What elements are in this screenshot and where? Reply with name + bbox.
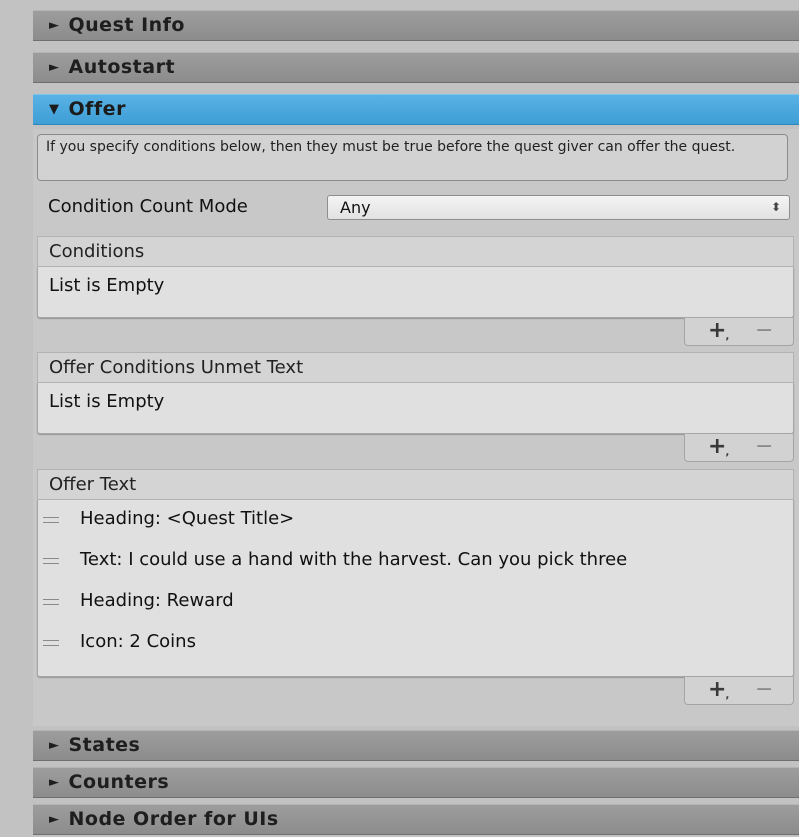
list-item[interactable]: Icon: 2 Coins: [38, 625, 795, 659]
add-condition-button[interactable]: +,: [708, 320, 730, 346]
foldout-node-order[interactable]: ► Node Order for UIs: [33, 804, 799, 835]
list-item[interactable]: Heading: Reward: [38, 584, 795, 618]
foldout-autostart[interactable]: ► Autostart: [33, 52, 799, 83]
condition-count-mode-select[interactable]: Any ⬍: [327, 195, 790, 220]
add-unmet-text-button[interactable]: +,: [708, 436, 730, 462]
collapsed-arrow-icon: ►: [49, 775, 60, 790]
condition-count-mode-label: Condition Count Mode: [48, 196, 248, 217]
offer-text-list-header: Offer Text: [37, 469, 794, 500]
unmet-text-list-footer: +, −: [684, 434, 794, 462]
foldout-label: Counters: [68, 771, 170, 793]
foldout-label: Offer: [68, 98, 126, 120]
list-item-text: Icon: 2 Coins: [80, 631, 196, 652]
unmet-text-list-body: List is Empty: [37, 383, 794, 434]
foldout-states[interactable]: ► States: [33, 730, 799, 761]
list-item-text: Heading: <Quest Title>: [80, 508, 295, 529]
conditions-list-body: List is Empty: [37, 267, 794, 318]
conditions-list-footer: +, −: [684, 318, 794, 346]
list-item-text: Text: I could use a hand with the harves…: [80, 549, 628, 570]
offer-section-body: If you specify conditions below, then th…: [33, 129, 799, 726]
add-offer-text-button[interactable]: +,: [708, 679, 730, 705]
drag-handle-icon[interactable]: [43, 517, 59, 523]
conditions-list-header: Conditions: [37, 236, 794, 267]
collapsed-arrow-icon: ►: [49, 18, 60, 33]
unmet-text-empty-text: List is Empty: [49, 391, 165, 412]
offer-text-list-body: Heading: <Quest Title> Text: I could use…: [37, 500, 794, 677]
list-item-text: Heading: Reward: [80, 590, 234, 611]
list-item[interactable]: Text: I could use a hand with the harves…: [38, 543, 795, 577]
drag-handle-icon[interactable]: [43, 599, 59, 605]
foldout-label: States: [68, 734, 141, 756]
remove-unmet-text-button[interactable]: −: [755, 436, 773, 458]
foldout-quest-info[interactable]: ► Quest Info: [33, 10, 799, 41]
foldout-offer[interactable]: ▼ Offer: [33, 94, 799, 125]
offer-text-list-footer: +, −: [684, 677, 794, 705]
foldout-label: Quest Info: [68, 14, 185, 36]
drag-handle-icon[interactable]: [43, 558, 59, 564]
collapsed-arrow-icon: ►: [49, 60, 60, 75]
expanded-arrow-icon: ▼: [49, 102, 60, 117]
select-arrows-icon: ⬍: [770, 200, 781, 214]
unmet-text-list-header: Offer Conditions Unmet Text: [37, 352, 794, 383]
condition-count-mode-value: Any: [340, 198, 371, 217]
collapsed-arrow-icon: ►: [49, 812, 60, 827]
offer-help-box: If you specify conditions below, then th…: [37, 134, 788, 181]
remove-offer-text-button[interactable]: −: [755, 679, 773, 701]
list-item[interactable]: Heading: <Quest Title>: [38, 502, 795, 536]
conditions-empty-text: List is Empty: [49, 275, 165, 296]
foldout-label: Node Order for UIs: [68, 808, 279, 830]
collapsed-arrow-icon: ►: [49, 738, 60, 753]
inspector-panel: ► Quest Info ► Autostart ▼ Offer If you spe…: [33, 10, 799, 837]
remove-condition-button[interactable]: −: [755, 320, 773, 342]
foldout-counters[interactable]: ► Counters: [33, 767, 799, 798]
foldout-label: Autostart: [68, 56, 176, 78]
drag-handle-icon[interactable]: [43, 640, 59, 646]
